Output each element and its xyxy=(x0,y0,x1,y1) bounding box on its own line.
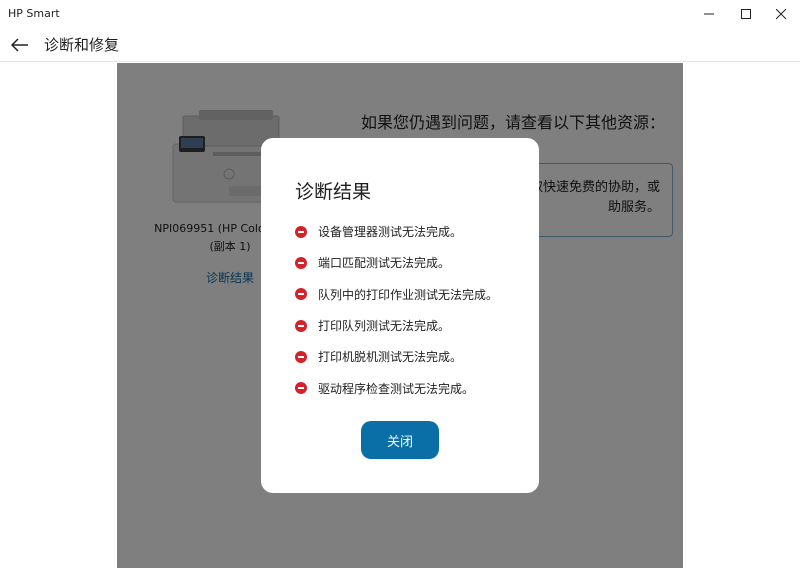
app-title: HP Smart xyxy=(8,7,60,20)
result-item: 端口匹配测试无法完成。 xyxy=(295,247,535,278)
result-item: 打印队列测试无法完成。 xyxy=(295,310,535,341)
result-text: 驱动程序检查测试无法完成。 xyxy=(318,381,475,396)
back-button[interactable] xyxy=(8,34,32,56)
close-icon xyxy=(776,9,786,19)
page-header: 诊断和修复 xyxy=(0,28,800,62)
title-bar: HP Smart xyxy=(0,0,800,28)
results-list: 设备管理器测试无法完成。 端口匹配测试无法完成。 队列中的打印作业测试无法完成。… xyxy=(295,216,535,404)
result-text: 打印机脱机测试无法完成。 xyxy=(318,350,463,365)
dialog-title: 诊断结果 xyxy=(295,181,372,203)
result-text: 打印队列测试无法完成。 xyxy=(318,319,451,334)
result-text: 端口匹配测试无法完成。 xyxy=(318,256,451,271)
minimize-icon xyxy=(704,13,714,15)
hp-smart-window: HP Smart 诊断和修复 诊断结果 设备管理器测试无法完成。 端口匹配测试无… xyxy=(0,0,800,568)
result-item: 设备管理器测试无法完成。 xyxy=(295,216,535,247)
error-icon xyxy=(295,319,307,332)
maximize-icon xyxy=(741,9,751,19)
result-text: 队列中的打印作业测试无法完成。 xyxy=(318,287,499,302)
close-window-button[interactable] xyxy=(758,0,800,28)
error-icon xyxy=(295,288,307,301)
error-icon xyxy=(295,225,307,238)
error-icon xyxy=(295,256,307,269)
diagnosis-results-dialog: 诊断结果 设备管理器测试无法完成。 端口匹配测试无法完成。 队列中的打印作业测试… xyxy=(261,138,539,493)
close-dialog-button[interactable]: 关闭 xyxy=(361,421,439,459)
result-item: 驱动程序检查测试无法完成。 xyxy=(295,372,535,403)
error-icon xyxy=(295,382,307,395)
result-text: 设备管理器测试无法完成。 xyxy=(318,225,463,240)
page-title: 诊断和修复 xyxy=(44,36,120,54)
error-icon xyxy=(295,350,307,363)
result-item: 打印机脱机测试无法完成。 xyxy=(295,341,535,372)
back-arrow-icon xyxy=(11,38,28,52)
result-item: 队列中的打印作业测试无法完成。 xyxy=(295,279,535,310)
